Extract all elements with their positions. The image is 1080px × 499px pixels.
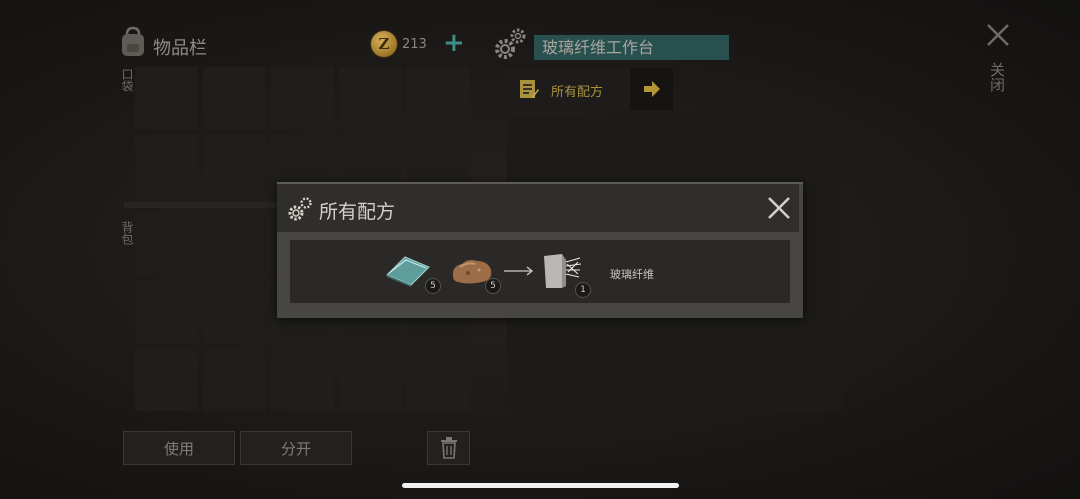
coin-balance: 213	[402, 37, 427, 52]
coin-icon: Z	[371, 31, 397, 57]
gears-icon	[288, 197, 312, 221]
split-button[interactable]: 分开	[240, 431, 352, 465]
pocket-slot[interactable]	[339, 67, 402, 130]
gears-icon	[495, 28, 526, 59]
recipe-book-icon	[520, 80, 539, 98]
pocket-slot[interactable]	[135, 67, 198, 130]
trash-icon	[440, 437, 457, 459]
ingredient-count-badge: 5	[485, 278, 501, 294]
result-count-badge: 1	[575, 282, 591, 298]
pocket-slot[interactable]	[203, 135, 266, 198]
use-button[interactable]: 使用	[123, 431, 235, 465]
pocket-label: 口袋	[120, 68, 134, 92]
modal-header: 所有配方	[277, 184, 799, 232]
backpack-slot[interactable]	[407, 348, 470, 411]
backpack-slot[interactable]	[339, 348, 402, 411]
backpack-slot[interactable]	[271, 348, 334, 411]
add-coins-button[interactable]: +	[443, 30, 465, 56]
pocket-grid	[135, 67, 470, 198]
pocket-slot[interactable]	[135, 135, 198, 198]
pocket-slot[interactable]	[203, 67, 266, 130]
backpack-slot[interactable]	[203, 280, 266, 343]
pocket-slot[interactable]	[407, 67, 470, 130]
tab-all-recipes-label: 所有配方	[551, 85, 604, 100]
backpack-slot[interactable]	[135, 348, 198, 411]
ingredient-count-badge: 5	[425, 278, 441, 294]
glass-sheet-icon	[386, 256, 430, 287]
all-recipes-modal: 所有配方 5 5 1 玻璃纤维	[277, 182, 803, 318]
backpack-slot[interactable]	[135, 280, 198, 343]
recipe-row[interactable]: 5 5 1 玻璃纤维	[290, 240, 790, 303]
backpack-icon	[122, 26, 144, 56]
backpack-slot[interactable]	[203, 348, 266, 411]
close-label: 关闭	[988, 62, 1006, 92]
inventory-title: 物品栏	[153, 38, 207, 59]
close-icon[interactable]	[986, 23, 1010, 47]
tab-next-button[interactable]	[630, 68, 673, 110]
pocket-slot[interactable]	[271, 67, 334, 130]
backpack-label: 背包	[120, 221, 134, 245]
close-icon[interactable]	[767, 196, 791, 220]
workbench-name-field[interactable]: 玻璃纤维工作台	[534, 35, 729, 60]
delete-button[interactable]	[427, 431, 470, 465]
result-label: 玻璃纤维	[610, 268, 654, 281]
backpack-slot[interactable]	[135, 212, 198, 275]
arrow-right-icon	[504, 266, 534, 276]
backpack-slot[interactable]	[203, 212, 266, 275]
modal-title: 所有配方	[319, 201, 396, 223]
arrow-right-icon	[644, 81, 660, 97]
home-indicator[interactable]	[402, 483, 679, 488]
